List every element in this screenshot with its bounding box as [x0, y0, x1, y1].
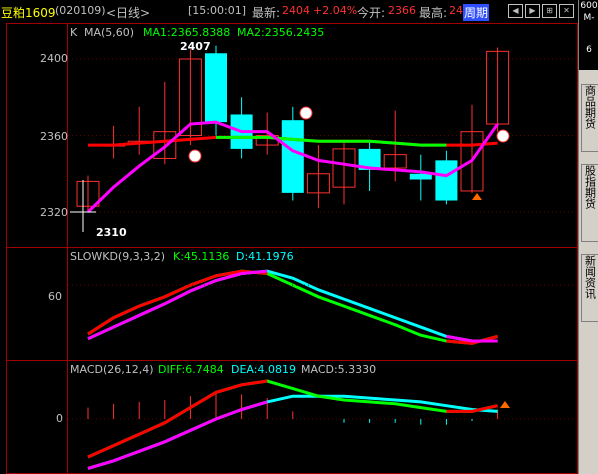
- right-top-info: 600 M- 6: [579, 0, 598, 70]
- candle-body-down: [281, 120, 304, 193]
- right-top-line2: M-: [583, 13, 595, 23]
- tab-news-label: 新闻资讯: [583, 255, 597, 299]
- smiley-icon: [188, 149, 202, 163]
- kd-d-line: [87, 269, 498, 343]
- tab-index-futures-label: 股指期货: [583, 165, 597, 209]
- macd-up-arrow-icon: [500, 401, 510, 408]
- kd-k-line-rising: [87, 269, 268, 336]
- macd-dea-line: [87, 394, 498, 470]
- macd-dea-line-rising: [87, 400, 268, 470]
- chart-canvas[interactable]: [0, 0, 578, 474]
- right-sidebar: 600 M- 6 商品期货 股指期货 新闻资讯: [578, 0, 598, 474]
- candle-body-down: [435, 160, 458, 201]
- right-top-line3: 6: [586, 45, 592, 55]
- smiley-icon: [496, 129, 510, 143]
- smiley-icon: [299, 106, 313, 120]
- candle-body-down: [409, 173, 432, 180]
- up-arrow-icon: [472, 193, 482, 200]
- candle-body-down: [205, 53, 227, 123]
- tab-news[interactable]: 新闻资讯: [581, 254, 598, 322]
- tab-commodity-futures-label: 商品期货: [583, 85, 597, 129]
- right-top-line1: 600: [580, 1, 598, 11]
- tab-commodity-futures[interactable]: 商品期货: [581, 84, 598, 152]
- tab-index-futures[interactable]: 股指期货: [581, 164, 598, 242]
- kd-d-line-rising: [87, 269, 268, 341]
